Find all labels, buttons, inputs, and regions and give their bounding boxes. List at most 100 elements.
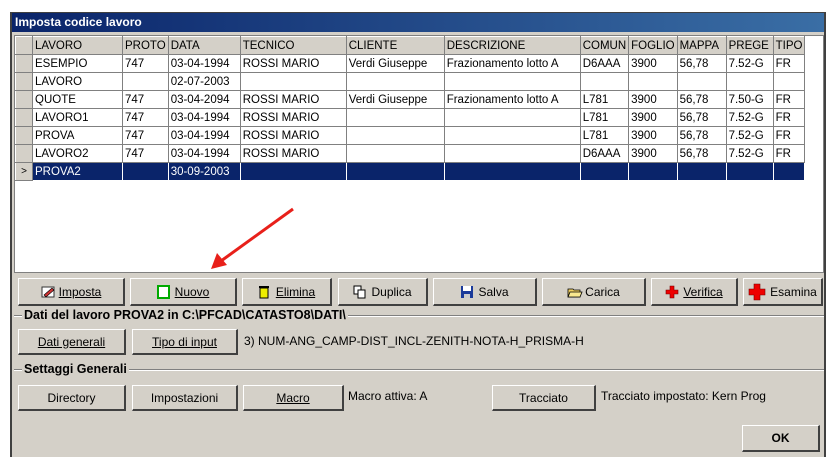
column-header[interactable]: PREGE: [725, 36, 774, 55]
table-cell[interactable]: Verdi Giuseppe: [345, 54, 445, 73]
salva-button[interactable]: Salva: [433, 278, 537, 306]
macro-button[interactable]: Macro: [243, 385, 344, 411]
column-header[interactable]: TECNICO: [239, 36, 347, 55]
dati-generali-button[interactable]: Dati generali: [18, 329, 126, 355]
row-indicator[interactable]: [15, 126, 33, 145]
table-cell[interactable]: L781: [579, 90, 630, 109]
table-cell[interactable]: 56,78: [676, 90, 727, 109]
table-cell[interactable]: 03-04-1994: [167, 54, 241, 73]
table-cell[interactable]: [443, 126, 581, 145]
table-cell[interactable]: ROSSI MARIO: [239, 90, 347, 109]
table-cell[interactable]: FR: [772, 90, 806, 109]
table-cell[interactable]: 3900: [628, 54, 678, 73]
column-header[interactable]: LAVORO: [32, 36, 123, 55]
table-cell[interactable]: QUOTE: [32, 90, 123, 109]
table-cell[interactable]: [122, 72, 169, 91]
table-row[interactable]: > PROVA2 30-09-2003: [15, 162, 806, 181]
elimina-button[interactable]: Elimina: [242, 278, 332, 306]
duplica-button[interactable]: Duplica: [338, 278, 428, 306]
tipo-input-button[interactable]: Tipo di input: [132, 329, 238, 355]
table-cell[interactable]: 3900: [628, 90, 678, 109]
column-header[interactable]: CLIENTE: [345, 36, 445, 55]
table-cell[interactable]: [579, 72, 630, 91]
table-cell[interactable]: FR: [772, 144, 806, 163]
table-cell[interactable]: FR: [772, 54, 806, 73]
table-cell[interactable]: [628, 162, 678, 181]
table-cell[interactable]: PROVA2: [32, 162, 123, 181]
table-cell[interactable]: 747: [122, 54, 169, 73]
table-cell[interactable]: LAVORO: [32, 72, 123, 91]
column-header[interactable]: DESCRIZIONE: [443, 36, 581, 55]
table-cell[interactable]: LAVORO2: [32, 144, 123, 163]
table-cell[interactable]: [345, 72, 445, 91]
table-cell[interactable]: 56,78: [676, 144, 727, 163]
carica-button[interactable]: Carica: [542, 278, 646, 306]
table-cell[interactable]: D6AAA: [579, 54, 630, 73]
table-cell[interactable]: [345, 108, 445, 127]
table-cell[interactable]: 03-04-1994: [167, 108, 241, 127]
table-cell[interactable]: 7.52-G: [725, 144, 774, 163]
ok-button[interactable]: OK: [742, 425, 820, 452]
table-cell[interactable]: [443, 108, 581, 127]
table-cell[interactable]: 02-07-2003: [167, 72, 241, 91]
table-cell[interactable]: FR: [772, 108, 806, 127]
table-row[interactable]: LAVORO 02-07-2003: [15, 72, 806, 91]
table-row[interactable]: LAVORO2 747 03-04-1994 ROSSI MARIO D6AAA 3900…: [15, 144, 806, 163]
column-header[interactable]: FOGLIO: [628, 36, 678, 55]
column-header[interactable]: PROTO: [122, 36, 169, 55]
table-cell[interactable]: 3900: [628, 144, 678, 163]
table-cell[interactable]: [579, 162, 630, 181]
column-header[interactable]: TIPO: [772, 36, 806, 55]
table-cell[interactable]: [676, 162, 727, 181]
table-cell[interactable]: [725, 162, 774, 181]
table-cell[interactable]: ROSSI MARIO: [239, 126, 347, 145]
table-cell[interactable]: ROSSI MARIO: [239, 54, 347, 73]
table-row[interactable]: PROVA 747 03-04-1994 ROSSI MARIO L781 3900 56,…: [15, 126, 806, 145]
table-cell[interactable]: 7.50-G: [725, 90, 774, 109]
table-cell[interactable]: 7.52-G: [725, 126, 774, 145]
row-indicator[interactable]: >: [15, 162, 33, 181]
table-cell[interactable]: 747: [122, 90, 169, 109]
table-cell[interactable]: [345, 126, 445, 145]
table-cell[interactable]: LAVORO1: [32, 108, 123, 127]
table-cell[interactable]: L781: [579, 108, 630, 127]
table-cell[interactable]: [345, 162, 445, 181]
nuovo-button[interactable]: Nuovo: [130, 278, 237, 306]
table-cell[interactable]: 747: [122, 108, 169, 127]
table-cell[interactable]: Frazionamento lotto A: [443, 54, 581, 73]
table-cell[interactable]: 03-04-2094: [167, 90, 241, 109]
tracciato-button[interactable]: Tracciato: [492, 385, 596, 411]
impostazioni-button[interactable]: Impostazioni: [132, 385, 238, 411]
table-row[interactable]: ESEMPIO 747 03-04-1994 ROSSI MARIO Verdi Giu…: [15, 54, 806, 73]
table-row[interactable]: QUOTE 747 03-04-2094 ROSSI MARIO Verdi Giuse…: [15, 90, 806, 109]
table-cell[interactable]: [772, 162, 806, 181]
table-cell[interactable]: [443, 72, 581, 91]
jobs-grid[interactable]: LAVORO PROTO DATA TECNICO CLIENTE DESCRIZIONE…: [14, 35, 824, 273]
table-cell[interactable]: [676, 72, 727, 91]
table-cell[interactable]: 56,78: [676, 108, 727, 127]
table-cell[interactable]: D6AAA: [579, 144, 630, 163]
row-indicator[interactable]: [15, 72, 33, 91]
table-cell[interactable]: ROSSI MARIO: [239, 108, 347, 127]
table-cell[interactable]: 03-04-1994: [167, 144, 241, 163]
table-cell[interactable]: Verdi Giuseppe: [345, 90, 445, 109]
table-cell[interactable]: 747: [122, 144, 169, 163]
table-cell[interactable]: ROSSI MARIO: [239, 144, 347, 163]
column-header[interactable]: COMUN: [579, 36, 630, 55]
table-cell[interactable]: 56,78: [676, 54, 727, 73]
row-indicator[interactable]: [15, 108, 33, 127]
verifica-button[interactable]: Verifica: [651, 278, 738, 306]
table-cell[interactable]: 7.52-G: [725, 108, 774, 127]
table-cell[interactable]: L781: [579, 126, 630, 145]
table-cell[interactable]: [345, 144, 445, 163]
table-cell[interactable]: [122, 162, 169, 181]
table-cell[interactable]: [443, 144, 581, 163]
table-cell[interactable]: [239, 162, 347, 181]
column-header[interactable]: MAPPA: [676, 36, 727, 55]
table-cell[interactable]: 3900: [628, 108, 678, 127]
table-cell[interactable]: Frazionamento lotto A: [443, 90, 581, 109]
imposta-button[interactable]: Imposta: [18, 278, 125, 306]
table-cell[interactable]: 3900: [628, 126, 678, 145]
row-indicator[interactable]: [15, 90, 33, 109]
table-cell[interactable]: [239, 72, 347, 91]
